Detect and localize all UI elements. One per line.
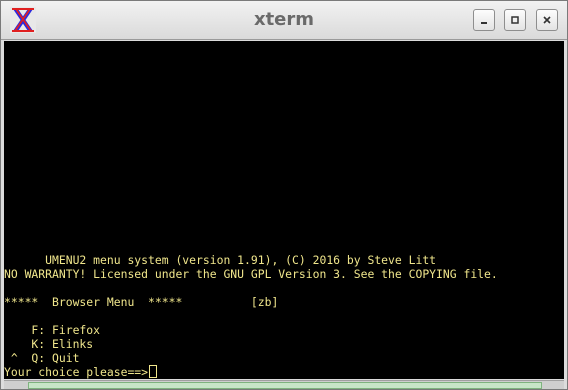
minimize-button[interactable] [473,9,495,31]
terminal-line: NO WARRANTY! Licensed under the GNU GPL … [4,267,498,281]
prompt-line: Your choice please==> [4,365,158,379]
menu-item-quit: ^ Q: Quit [4,351,80,365]
xterm-window: xterm UMENU2 menu system (version 1.91),… [0,0,568,390]
text-cursor [149,365,158,378]
prompt-text: Your choice please==> [4,365,149,379]
maximize-button[interactable] [504,9,526,31]
terminal-line: UMENU2 menu system (version 1.91), (C) 2… [4,253,437,267]
title-bar[interactable]: xterm [1,1,567,40]
terminal-line: ***** Browser Menu ***** [zb] [4,295,279,309]
menu-item-firefox: F: Firefox [4,323,101,337]
horizontal-scrollbar[interactable] [4,380,564,389]
close-button[interactable] [536,9,558,31]
scrollbar-thumb[interactable] [28,382,542,389]
terminal-screen[interactable]: UMENU2 menu system (version 1.91), (C) 2… [4,41,564,379]
menu-item-elinks: K: Elinks [4,337,94,351]
